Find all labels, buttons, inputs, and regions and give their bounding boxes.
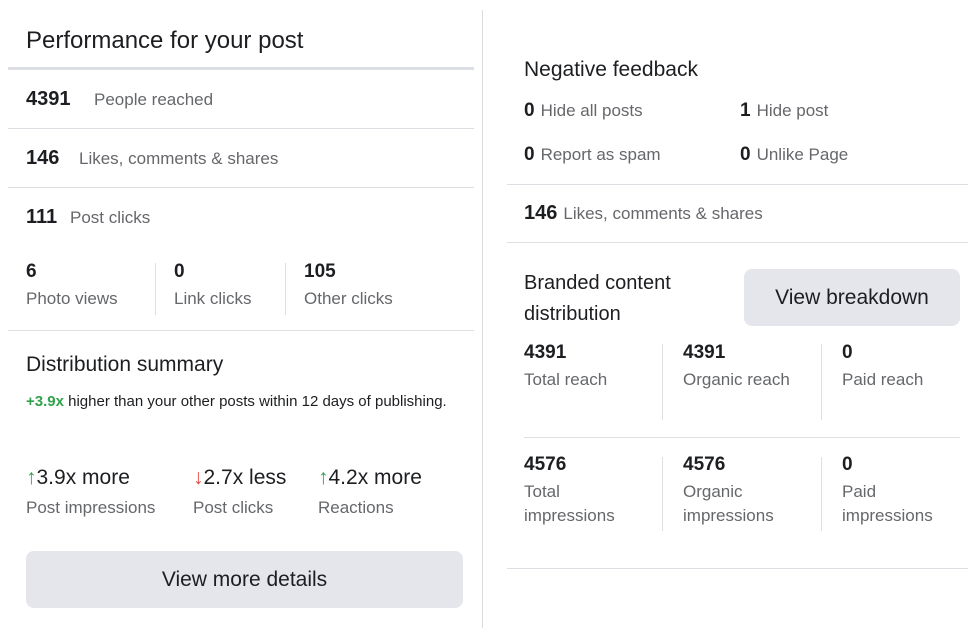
people-reached-label: People reached [94, 90, 214, 109]
column-divider [662, 344, 663, 420]
post-impressions-label: Post impressions [26, 498, 156, 517]
paid-reach-stat: 0 Paid reach [842, 342, 923, 392]
photo-views-label: Photo views [26, 289, 118, 308]
post-impressions-value: 3.9x more [36, 466, 130, 489]
other-clicks-value: 105 [304, 261, 336, 282]
hide-all-posts-stat: 0 Hide all posts [524, 100, 643, 122]
arrow-up-icon: ↑ [26, 466, 37, 489]
row-divider [524, 437, 960, 438]
post-clicks-value: 111 [26, 206, 58, 228]
people-reached-row: 4391 People reached [8, 70, 474, 129]
link-clicks-label: Link clicks [174, 289, 252, 308]
photo-views-stat: 6 Photo views [26, 261, 118, 325]
hide-post-stat: 1 Hide post [740, 100, 828, 122]
negative-feedback-title: Negative feedback [524, 58, 698, 81]
post-clicks-label: Post clicks [70, 208, 151, 227]
link-clicks-stat: 0 Link clicks [174, 261, 251, 325]
reactions-label: Reactions [318, 498, 394, 517]
column-divider [662, 457, 663, 531]
distribution-text: higher than your other posts within 12 d… [63, 393, 447, 410]
column-divider [285, 263, 286, 315]
engagement-value: 146 [26, 147, 60, 169]
total-reach-label: Total reach [524, 370, 608, 389]
post-clicks-metric: ↓2.7x less Post clicks [193, 466, 286, 518]
reactions-metric: ↑4.2x more Reactions [318, 466, 422, 518]
organic-reach-stat: 4391 Organic reach [683, 342, 813, 392]
engagement-right-row: 146 Likes, comments & shares [524, 202, 763, 225]
total-impressions-value: 4576 [524, 454, 567, 475]
distribution-title: Distribution summary [26, 353, 224, 376]
organic-impressions-label: Organic impressions [683, 482, 774, 525]
other-clicks-stat: 105 Other clicks [304, 261, 393, 325]
engagement-label: Likes, comments & shares [79, 149, 279, 168]
organic-reach-label: Organic reach [683, 370, 790, 389]
view-more-details-button[interactable]: View more details [26, 551, 463, 608]
organic-reach-value: 4391 [683, 342, 726, 363]
performance-panel: Performance for your post 4391 People re… [8, 10, 474, 628]
report-spam-stat: 0 Report as spam [524, 144, 661, 166]
column-divider [155, 263, 156, 315]
section-divider [8, 330, 474, 331]
panel-divider [482, 10, 483, 628]
arrow-up-icon: ↑ [318, 466, 329, 489]
link-clicks-value: 0 [174, 261, 185, 282]
hide-all-posts-label: Hide all posts [540, 101, 643, 120]
paid-impressions-value: 0 [842, 454, 853, 475]
unlike-page-stat: 0 Unlike Page [740, 144, 848, 166]
post-clicks-row: 111 Post clicks [8, 188, 474, 247]
section-divider [507, 242, 968, 243]
post-impressions-metric: ↑3.9x more Post impressions [26, 466, 155, 518]
engagement-row: 146 Likes, comments & shares [8, 129, 474, 188]
hide-post-value: 1 [740, 100, 751, 121]
hide-post-label: Hide post [756, 101, 829, 120]
photo-views-value: 6 [26, 261, 37, 282]
branded-content-title: Branded content distribution [524, 272, 671, 325]
paid-reach-value: 0 [842, 342, 853, 363]
report-spam-value: 0 [524, 144, 535, 165]
reactions-value: 4.2x more [328, 466, 422, 489]
arrow-down-icon: ↓ [193, 466, 204, 489]
column-divider [821, 457, 822, 531]
section-divider [507, 568, 968, 569]
performance-header: Performance for your post [8, 10, 474, 70]
total-impressions-label: Total impressions [524, 482, 615, 525]
total-reach-value: 4391 [524, 342, 567, 363]
post-clicks-metric-value: 2.7x less [203, 466, 287, 489]
report-spam-label: Report as spam [540, 145, 661, 164]
total-reach-stat: 4391 Total reach [524, 342, 607, 392]
paid-impressions-label: Paid impressions [842, 482, 933, 525]
column-divider [821, 344, 822, 420]
paid-impressions-stat: 0 Paid impressions [842, 454, 962, 528]
organic-impressions-stat: 4576 Organic impressions [683, 454, 813, 528]
organic-impressions-value: 4576 [683, 454, 726, 475]
view-breakdown-button[interactable]: View breakdown [744, 269, 960, 326]
unlike-page-label: Unlike Page [756, 145, 849, 164]
feedback-panel: Negative feedback 0 Hide all posts 1 Hide … [507, 10, 968, 628]
engagement-right-label: Likes, comments & shares [563, 204, 763, 223]
paid-reach-label: Paid reach [842, 370, 924, 389]
unlike-page-value: 0 [740, 144, 751, 165]
performance-title: Performance for your post [26, 27, 304, 54]
engagement-right-value: 146 [524, 202, 558, 224]
post-clicks-metric-label: Post clicks [193, 498, 274, 517]
hide-all-posts-value: 0 [524, 100, 535, 121]
distribution-highlight: +3.9x [26, 393, 64, 410]
total-impressions-stat: 4576 Total impressions [524, 454, 654, 528]
other-clicks-label: Other clicks [304, 289, 393, 308]
distribution-description: +3.9x higher than your other posts withi… [26, 391, 466, 413]
section-divider [507, 184, 968, 185]
people-reached-value: 4391 [26, 88, 71, 110]
